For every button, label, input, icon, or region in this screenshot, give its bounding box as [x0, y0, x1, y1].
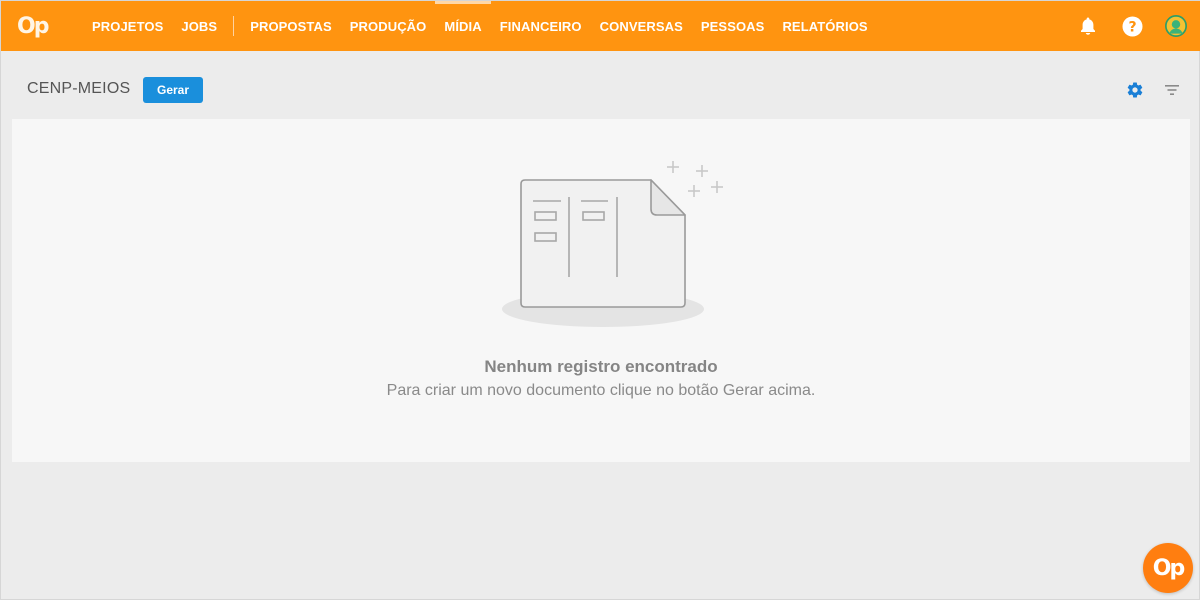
nav-item-financeiro[interactable]: FINANCEIRO [491, 1, 591, 51]
nav-item-relatorios[interactable]: RELATÓRIOS [773, 1, 876, 51]
empty-state-subtitle: Para criar um novo documento clique no b… [386, 382, 816, 399]
nav-item-pessoas[interactable]: PESSOAS [692, 1, 774, 51]
app-logo[interactable]: Op [17, 11, 53, 41]
svg-text:?: ? [1128, 19, 1136, 35]
op-floating-button[interactable]: Op [1143, 543, 1193, 593]
empty-document-illustration [489, 157, 729, 332]
nav-item-jobs[interactable]: JOBS [172, 1, 226, 51]
gear-icon[interactable] [1126, 81, 1144, 99]
user-avatar[interactable] [1165, 15, 1187, 37]
gerar-button[interactable]: Gerar [143, 77, 203, 103]
filter-icon[interactable] [1164, 82, 1180, 98]
help-icon[interactable]: ? [1121, 15, 1143, 37]
bell-icon[interactable] [1077, 15, 1099, 37]
nav-item-conversas[interactable]: CONVERSAS [591, 1, 692, 51]
page-title: CENP-MEIOS [27, 80, 131, 97]
nav-item-projetos[interactable]: PROJETOS [83, 1, 172, 51]
nav-item-producao[interactable]: PRODUÇÃO [341, 1, 436, 51]
content-panel: Nenhum registro encontrado Para criar um… [12, 119, 1190, 462]
nav-item-midia[interactable]: MÍDIA [435, 1, 492, 51]
main-nav: PROJETOS JOBS PROPOSTAS PRODUÇÃO MÍDIA F… [83, 1, 877, 51]
top-navigation-bar: Op PROJETOS JOBS PROPOSTAS PRODUÇÃO MÍDI… [1, 1, 1200, 51]
page-header: CENP-MEIOS Gerar [1, 51, 1200, 119]
nav-divider [233, 16, 235, 36]
topbar-actions: ? [1077, 1, 1187, 51]
nav-item-propostas[interactable]: PROPOSTAS [241, 1, 341, 51]
empty-state-title: Nenhum registro encontrado [484, 357, 718, 376]
